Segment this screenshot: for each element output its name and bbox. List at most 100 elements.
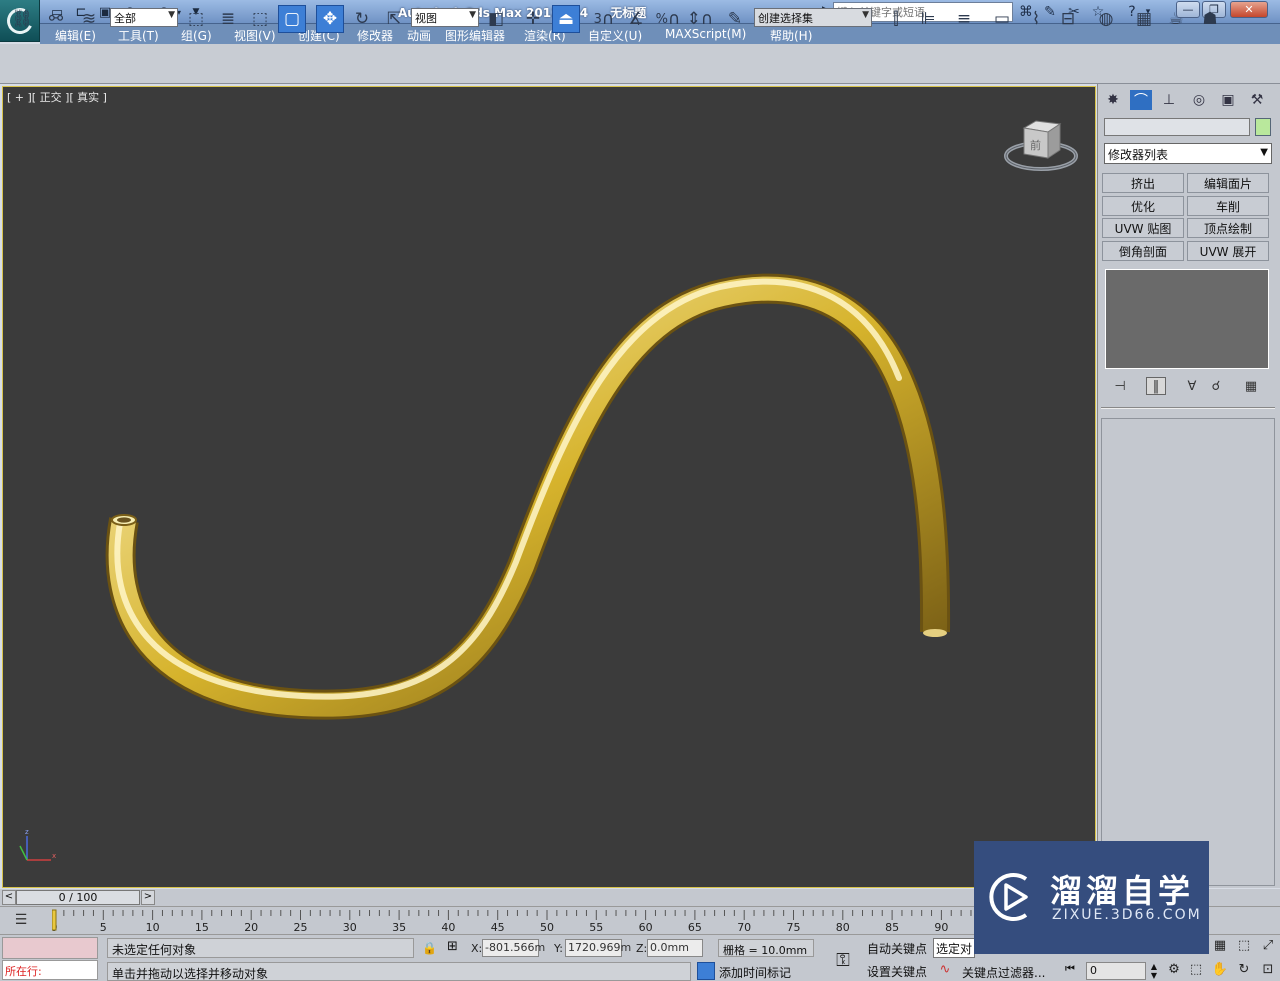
field-of-view-icon[interactable]: ⤢ xyxy=(1258,938,1278,958)
mirror-icon[interactable]: ⫿ xyxy=(882,5,910,33)
show-end-result-icon[interactable]: ‖ xyxy=(1146,377,1166,395)
key-filter-curve-icon[interactable]: ∿ xyxy=(934,962,956,981)
absolute-mode-icon[interactable]: ⊞ xyxy=(447,939,465,957)
go-to-start-icon[interactable]: ⏮ xyxy=(1060,962,1080,981)
lathe-button[interactable]: 车削 xyxy=(1187,196,1269,216)
maxscript-listener-box[interactable] xyxy=(2,937,98,959)
ruler-label: 25 xyxy=(294,921,308,934)
modify-tab-icon[interactable]: ⌒ xyxy=(1130,90,1152,110)
window-crossing-icon[interactable]: ▢ xyxy=(278,5,306,33)
extrude-button[interactable]: 挤出 xyxy=(1102,173,1184,193)
layer-manager-icon[interactable]: ≡ xyxy=(950,5,978,33)
frame-ruler[interactable]: 051015202530354045505560657075808590 xyxy=(52,908,974,934)
hierarchy-tab-icon[interactable]: ⊥ xyxy=(1158,90,1180,110)
configure-modifier-sets-icon[interactable]: ▦ xyxy=(1241,377,1261,395)
viewcube-icon[interactable]: 前 xyxy=(1004,116,1078,180)
link-icon[interactable]: ⛓ xyxy=(8,5,36,33)
keyboard-shortcut-override-icon[interactable]: ⏏ xyxy=(552,5,580,33)
angle-snap-icon[interactable]: ∡ xyxy=(622,5,650,33)
time-slider-handle[interactable]: 0 / 100 xyxy=(16,890,140,905)
object-name-field[interactable] xyxy=(1104,118,1250,136)
optimize-button[interactable]: 优化 xyxy=(1102,196,1184,216)
spinner-snap-icon[interactable]: ⇕∩ xyxy=(686,5,714,33)
auto-key-button[interactable]: 自动关键点 xyxy=(865,938,929,958)
modifier-stack-list[interactable] xyxy=(1105,269,1269,369)
time-config-icon[interactable]: ⚙ xyxy=(1164,962,1184,981)
modifier-list-dropdown[interactable]: 修改器列表 ▼ xyxy=(1104,143,1272,164)
zoom-all-icon[interactable]: ▦ xyxy=(1210,938,1230,958)
selection-lock-icon[interactable]: 🔒 xyxy=(422,941,437,955)
utilities-tab-icon[interactable]: ⚒ xyxy=(1246,90,1268,110)
render-setup-icon[interactable]: ▦ xyxy=(1130,5,1158,33)
graphite-ribbon-icon[interactable]: ▭ xyxy=(988,5,1016,33)
time-slider-prev-button[interactable]: < xyxy=(2,890,16,905)
named-selection-dropdown[interactable]: 创建选择集 ▼ xyxy=(754,8,872,27)
unwrap-uvw-button[interactable]: UVW 展开 xyxy=(1187,241,1269,261)
ruler-label: 55 xyxy=(589,921,603,934)
selection-filter-dropdown[interactable]: 全部 ▼ xyxy=(110,8,178,27)
y-coordinate-field[interactable]: 1720.969m xyxy=(565,939,631,957)
snaps-toggle-icon[interactable]: 3 ∩ xyxy=(590,5,618,33)
curve-editor-icon[interactable]: ⌇ xyxy=(1022,5,1050,33)
remove-modifier-icon[interactable]: ☌ xyxy=(1206,377,1226,395)
schematic-view-icon[interactable]: ⊟ xyxy=(1054,5,1082,33)
pan-view-icon[interactable]: ✋ xyxy=(1210,962,1230,981)
unlink-icon[interactable]: ⚯ xyxy=(42,5,70,33)
bevel-profile-button[interactable]: 倒角剖面 xyxy=(1102,241,1184,261)
align-icon[interactable]: ⊫ xyxy=(914,5,942,33)
pivot-center-icon[interactable]: ◧ xyxy=(482,5,510,33)
edit-patch-button[interactable]: 编辑面片 xyxy=(1187,173,1269,193)
select-and-move-icon[interactable]: ✥ xyxy=(316,5,344,33)
render-production-icon[interactable]: ☗ xyxy=(1196,5,1224,33)
material-editor-icon[interactable]: ◍ xyxy=(1092,5,1120,33)
prompt-line: 单击并拖动以选择并移动对象 xyxy=(107,962,691,981)
time-slider-next-button[interactable]: > xyxy=(141,890,155,905)
make-unique-icon[interactable]: ∀ xyxy=(1182,377,1202,395)
zoom-extents-icon[interactable]: ⬚ xyxy=(1234,938,1254,958)
add-time-tag-icon[interactable] xyxy=(697,962,715,980)
current-frame-field[interactable]: 0 xyxy=(1086,962,1146,980)
key-filters-button[interactable]: 关键点过滤器... xyxy=(962,964,1045,981)
ruler-label: 35 xyxy=(392,921,406,934)
ruler-label: 60 xyxy=(639,921,653,934)
display-tab-icon[interactable]: ▣ xyxy=(1217,90,1239,110)
vertex-paint-button[interactable]: 顶点绘制 xyxy=(1187,218,1269,238)
menu-help[interactable]: 帮助(H) xyxy=(770,27,812,44)
orbit-icon[interactable]: ↻ xyxy=(1234,962,1254,981)
rendered-frame-window-icon[interactable]: ☕ xyxy=(1162,5,1190,33)
tube-object[interactable] xyxy=(2,86,1096,888)
current-frame-marker[interactable] xyxy=(52,909,57,931)
y-label: Y: xyxy=(554,942,563,955)
frame-spinner-icon[interactable]: ▲ ▼ xyxy=(1148,962,1160,980)
bind-space-warp-icon[interactable]: ≋ xyxy=(75,5,103,33)
select-and-scale-icon[interactable]: ⇱ xyxy=(380,5,408,33)
selected-keys-dropdown[interactable]: 选定对 xyxy=(933,938,975,958)
object-color-swatch[interactable] xyxy=(1255,118,1271,136)
z-coordinate-field[interactable]: 0.0mm xyxy=(647,939,703,957)
x-coordinate-field[interactable]: -801.566m xyxy=(482,939,545,957)
maximize-viewport-icon[interactable]: ⊡ xyxy=(1258,962,1278,981)
motion-tab-icon[interactable]: ◎ xyxy=(1188,90,1210,110)
reference-coordinate-dropdown[interactable]: 视图 ▼ xyxy=(411,8,479,27)
menu-tools[interactable]: 工具(T) xyxy=(118,27,159,44)
ruler-label: 85 xyxy=(885,921,899,934)
select-manipulate-icon[interactable]: ✛ xyxy=(519,5,547,33)
select-object-icon[interactable]: ⬚ xyxy=(182,5,210,33)
select-by-name-icon[interactable]: ≣ xyxy=(214,5,242,33)
pin-stack-icon[interactable]: ⊣ xyxy=(1110,377,1130,395)
svg-text:z: z xyxy=(25,828,29,836)
mini-curve-editor-icon[interactable]: ☰ xyxy=(10,912,32,930)
add-time-tag-button[interactable]: 添加时间标记 xyxy=(719,964,791,981)
set-key-button[interactable]: 设置关键点 xyxy=(865,962,929,981)
menu-animation[interactable]: 动画 xyxy=(407,27,431,44)
zoom-extents-all-icon[interactable]: ⬚ xyxy=(1186,962,1206,981)
select-and-rotate-icon[interactable]: ↻ xyxy=(348,5,376,33)
edit-named-selection-icon[interactable]: ✎ xyxy=(721,5,749,33)
percent-snap-icon[interactable]: % ∩ xyxy=(654,5,682,33)
rectangular-selection-icon[interactable]: ⬚ xyxy=(246,5,274,33)
close-button[interactable]: ✕ xyxy=(1230,1,1268,18)
maxscript-mini-listener[interactable]: 所在行: xyxy=(2,960,98,980)
set-key-icon[interactable]: ⚿ xyxy=(823,945,863,975)
uvw-map-button[interactable]: UVW 贴图 xyxy=(1102,218,1184,238)
create-tab-icon[interactable]: ✸ xyxy=(1102,90,1124,110)
